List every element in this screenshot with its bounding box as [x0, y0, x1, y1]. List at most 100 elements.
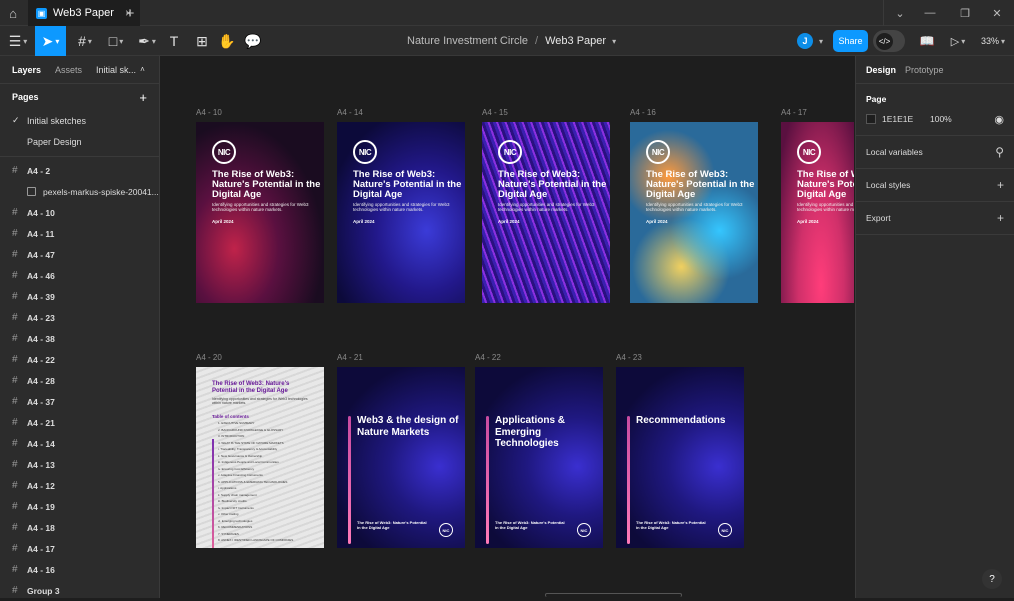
pages-header: Pages +: [0, 84, 159, 110]
layer-item[interactable]: # A4 - 21: [0, 412, 159, 433]
cover-subtitle: Identifying opportunities and strategies…: [646, 202, 743, 213]
layer-item[interactable]: # A4 - 12: [0, 475, 159, 496]
layer-item[interactable]: # A4 - 38: [0, 328, 159, 349]
footer-nic-logo: NIC: [577, 523, 591, 537]
cover-frame[interactable]: NIC The Rise of Web3: Nature's Potential …: [630, 122, 758, 303]
hand-tool-icon[interactable]: ✋: [217, 26, 237, 56]
layer-item[interactable]: # A4 - 18: [0, 517, 159, 538]
local-styles-section[interactable]: Local styles +: [856, 169, 1014, 202]
frame-tool-icon[interactable]: # ▾: [72, 26, 98, 56]
comment-tool-icon[interactable]: 💬: [243, 26, 263, 56]
frame-icon: #: [12, 564, 18, 575]
page-select[interactable]: Initial sk...: [96, 65, 136, 75]
share-button[interactable]: Share: [833, 30, 868, 52]
home-icon[interactable]: ⌂: [0, 0, 26, 26]
layer-item[interactable]: # A4 - 11: [0, 223, 159, 244]
frame-icon: #: [12, 543, 18, 554]
chevron-down-icon[interactable]: ▾: [815, 26, 827, 56]
section-frame[interactable]: Applications & Emerging Technologies The …: [475, 367, 603, 548]
frame-label[interactable]: A4 - 16: [630, 108, 656, 117]
frame-label[interactable]: A4 - 23: [616, 353, 642, 362]
page-fill-row[interactable]: 1E1E1E 100% ◉: [856, 108, 1014, 130]
fill-swatch[interactable]: [866, 114, 876, 124]
frame-icon: #: [12, 312, 18, 323]
frame-label[interactable]: A4 - 14: [337, 108, 363, 117]
present-icon[interactable]: ▷ ▾: [946, 26, 970, 56]
resources-icon[interactable]: ⊞: [192, 26, 212, 56]
text-tool-icon[interactable]: T: [164, 26, 184, 56]
layer-item[interactable]: # A4 - 47: [0, 244, 159, 265]
frame-label[interactable]: A4 - 10: [196, 108, 222, 117]
layer-item[interactable]: # A4 - 14: [0, 433, 159, 454]
toc-heading: Table of contents: [212, 413, 249, 419]
layer-item[interactable]: # A4 - 28: [0, 370, 159, 391]
horizontal-scrollbar[interactable]: [545, 593, 682, 597]
chevron-down-icon[interactable]: ⌄: [883, 0, 917, 26]
chevron-up-icon[interactable]: ˄: [140, 65, 145, 74]
footer-nic-logo: NIC: [718, 523, 732, 537]
right-panel-tabs: Design Prototype: [856, 56, 1014, 84]
tab-design[interactable]: Design: [866, 65, 896, 75]
cover-frame[interactable]: NIC The Rise of Web3: Nature's Potential …: [482, 122, 610, 303]
move-tool-icon[interactable]: ➤ ▾: [35, 26, 66, 56]
canvas[interactable]: A4 - 10 NIC The Rise of Web3: Nature's Pot…: [161, 56, 854, 598]
minimize-icon[interactable]: —: [913, 0, 947, 26]
cover-frame[interactable]: NIC The Rise of Web3: Nature's Potential …: [196, 122, 324, 303]
fill-hex[interactable]: 1E1E1E: [882, 114, 930, 124]
frame-label[interactable]: A4 - 21: [337, 353, 363, 362]
add-export-icon[interactable]: +: [997, 211, 1004, 225]
layer-item[interactable]: # A4 - 10: [0, 202, 159, 223]
cover-frame[interactable]: NIC The Rise of Web3: Nature's Potential …: [337, 122, 465, 303]
layer-name: Group 3: [27, 585, 60, 596]
pen-tool-icon[interactable]: ✒ ▾: [134, 26, 160, 56]
frame-label[interactable]: A4 - 17: [781, 108, 807, 117]
new-tab-icon[interactable]: +: [120, 0, 140, 26]
layer-item[interactable]: # A4 - 37: [0, 391, 159, 412]
frame-label[interactable]: A4 - 22: [475, 353, 501, 362]
page-section: Page 1E1E1E 100% ◉: [856, 84, 1014, 136]
fill-opacity[interactable]: 100%: [930, 114, 952, 124]
frame-label[interactable]: A4 - 20: [196, 353, 222, 362]
tab-layers[interactable]: Layers: [12, 65, 41, 75]
add-page-icon[interactable]: +: [139, 90, 147, 105]
layer-item[interactable]: # A4 - 13: [0, 454, 159, 475]
breadcrumb-file[interactable]: Web3 Paper: [545, 35, 606, 47]
layer-item[interactable]: # A4 - 23: [0, 307, 159, 328]
cover-frame[interactable]: NIC The Rise of Web3: Nature's Potential …: [781, 122, 854, 303]
layer-item[interactable]: # A4 - 2: [0, 160, 159, 181]
zoom-dropdown[interactable]: 33% ▾: [976, 26, 1010, 56]
toc-item: vi. Emerging technologies: [218, 518, 253, 523]
layer-item[interactable]: pexels-markus-spiske-20041...: [0, 181, 159, 202]
layer-item[interactable]: # A4 - 17: [0, 538, 159, 559]
page-item[interactable]: ✓ Initial sketches: [0, 110, 159, 131]
eye-icon[interactable]: ◉: [994, 113, 1004, 126]
local-variables-section[interactable]: Local variables ⚲: [856, 136, 1014, 169]
main-menu-icon[interactable]: ☰ ▾: [4, 26, 32, 56]
add-style-icon[interactable]: +: [997, 178, 1004, 192]
toc-item: v. Adaptive Financing Instruments: [218, 473, 263, 478]
page-item[interactable]: Paper Design: [0, 131, 159, 152]
help-button[interactable]: ?: [982, 569, 1002, 589]
export-section[interactable]: Export +: [856, 202, 1014, 235]
section-frame[interactable]: Web3 & the design of Nature Markets The R…: [337, 367, 465, 548]
layer-item[interactable]: # A4 - 22: [0, 349, 159, 370]
layer-item[interactable]: # A4 - 19: [0, 496, 159, 517]
toc-frame[interactable]: The Rise of Web3: Nature's Potential in …: [196, 367, 324, 548]
layer-item[interactable]: # A4 - 16: [0, 559, 159, 580]
library-icon[interactable]: 📖: [918, 26, 936, 56]
dev-mode-toggle[interactable]: </>: [873, 30, 905, 52]
layer-item[interactable]: # A4 - 46: [0, 265, 159, 286]
breadcrumb-team[interactable]: Nature Investment Circle: [407, 35, 528, 47]
avatar[interactable]: J: [797, 33, 813, 49]
variables-icon[interactable]: ⚲: [995, 145, 1004, 159]
shape-tool-icon[interactable]: □ ▾: [102, 26, 130, 56]
frame-label[interactable]: A4 - 15: [482, 108, 508, 117]
tab-prototype[interactable]: Prototype: [905, 65, 944, 75]
tab-assets[interactable]: Assets: [55, 65, 82, 75]
chevron-down-icon[interactable]: ▾: [612, 37, 616, 46]
layer-name: A4 - 23: [27, 312, 55, 323]
restore-icon[interactable]: ❐: [948, 0, 982, 26]
layer-item[interactable]: # A4 - 39: [0, 286, 159, 307]
close-window-icon[interactable]: ✕: [980, 0, 1014, 26]
section-frame[interactable]: Recommendations The Rise of Web3: Nature'…: [616, 367, 744, 548]
